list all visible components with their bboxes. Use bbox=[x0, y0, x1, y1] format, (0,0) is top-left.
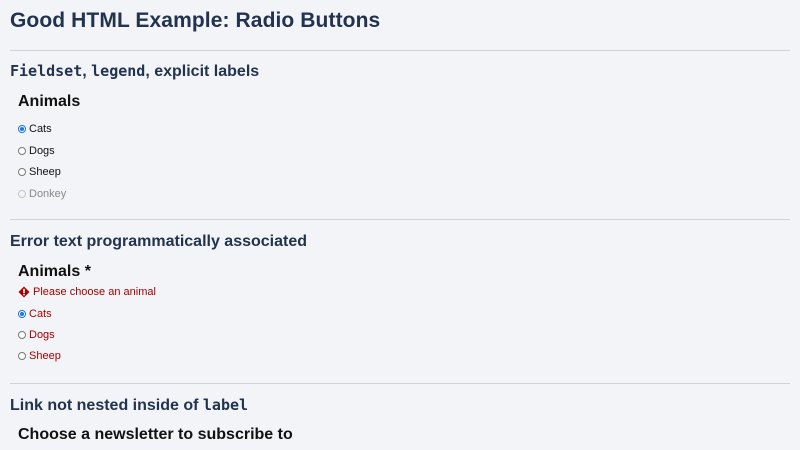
radio-button-donkey bbox=[18, 190, 26, 198]
legend-animals: Animals bbox=[18, 93, 81, 110]
heading-text: Link not nested inside of bbox=[10, 397, 203, 414]
divider bbox=[10, 219, 790, 220]
error-icon bbox=[18, 286, 30, 298]
divider bbox=[10, 50, 790, 51]
section-heading-error: Error text programmatically associated bbox=[10, 233, 308, 250]
radio-button-dogs[interactable] bbox=[18, 331, 26, 339]
radio-option-dogs[interactable]: Dogs bbox=[18, 328, 55, 342]
code-legend: legend bbox=[91, 62, 146, 80]
section-heading-link: Link not nested inside of label bbox=[10, 396, 248, 415]
radio-button-cats[interactable] bbox=[18, 125, 26, 133]
radio-option-sheep[interactable]: Sheep bbox=[18, 165, 61, 179]
radio-label-dogs[interactable]: Dogs bbox=[29, 329, 55, 341]
divider bbox=[10, 383, 790, 384]
error-message: Please choose an animal bbox=[18, 285, 156, 299]
heading-rest: , explicit labels bbox=[145, 63, 260, 80]
legend-animals-required: Animals * bbox=[18, 263, 91, 280]
radio-button-sheep[interactable] bbox=[18, 168, 26, 176]
radio-button-cats[interactable] bbox=[18, 310, 26, 318]
code-fieldset: Fieldset bbox=[10, 62, 83, 80]
radio-option-dogs[interactable]: Dogs bbox=[18, 144, 55, 158]
radio-label-sheep[interactable]: Sheep bbox=[29, 166, 61, 178]
heading-separator: , bbox=[82, 63, 92, 80]
radio-button-sheep[interactable] bbox=[18, 352, 26, 360]
radio-label-dogs[interactable]: Dogs bbox=[29, 145, 55, 157]
radio-label-cats[interactable]: Cats bbox=[29, 123, 52, 135]
radio-label-sheep[interactable]: Sheep bbox=[29, 350, 61, 362]
section-heading-fieldset: Fieldset, legend, explicit labels bbox=[10, 62, 259, 81]
radio-option-cats[interactable]: Cats bbox=[18, 307, 52, 321]
error-text: Please choose an animal bbox=[33, 286, 156, 298]
radio-button-dogs[interactable] bbox=[18, 147, 26, 155]
radio-label-cats[interactable]: Cats bbox=[29, 308, 52, 320]
radio-option-cats[interactable]: Cats bbox=[18, 122, 52, 136]
page: Good HTML Example: Radio Buttons Fieldse… bbox=[0, 0, 800, 450]
radio-option-sheep[interactable]: Sheep bbox=[18, 349, 61, 363]
code-label: label bbox=[202, 396, 249, 414]
radio-option-donkey: Donkey bbox=[18, 187, 66, 201]
page-title: Good HTML Example: Radio Buttons bbox=[10, 9, 381, 32]
legend-newsletter: Choose a newsletter to subscribe to bbox=[18, 426, 293, 443]
radio-label-donkey: Donkey bbox=[29, 188, 67, 200]
